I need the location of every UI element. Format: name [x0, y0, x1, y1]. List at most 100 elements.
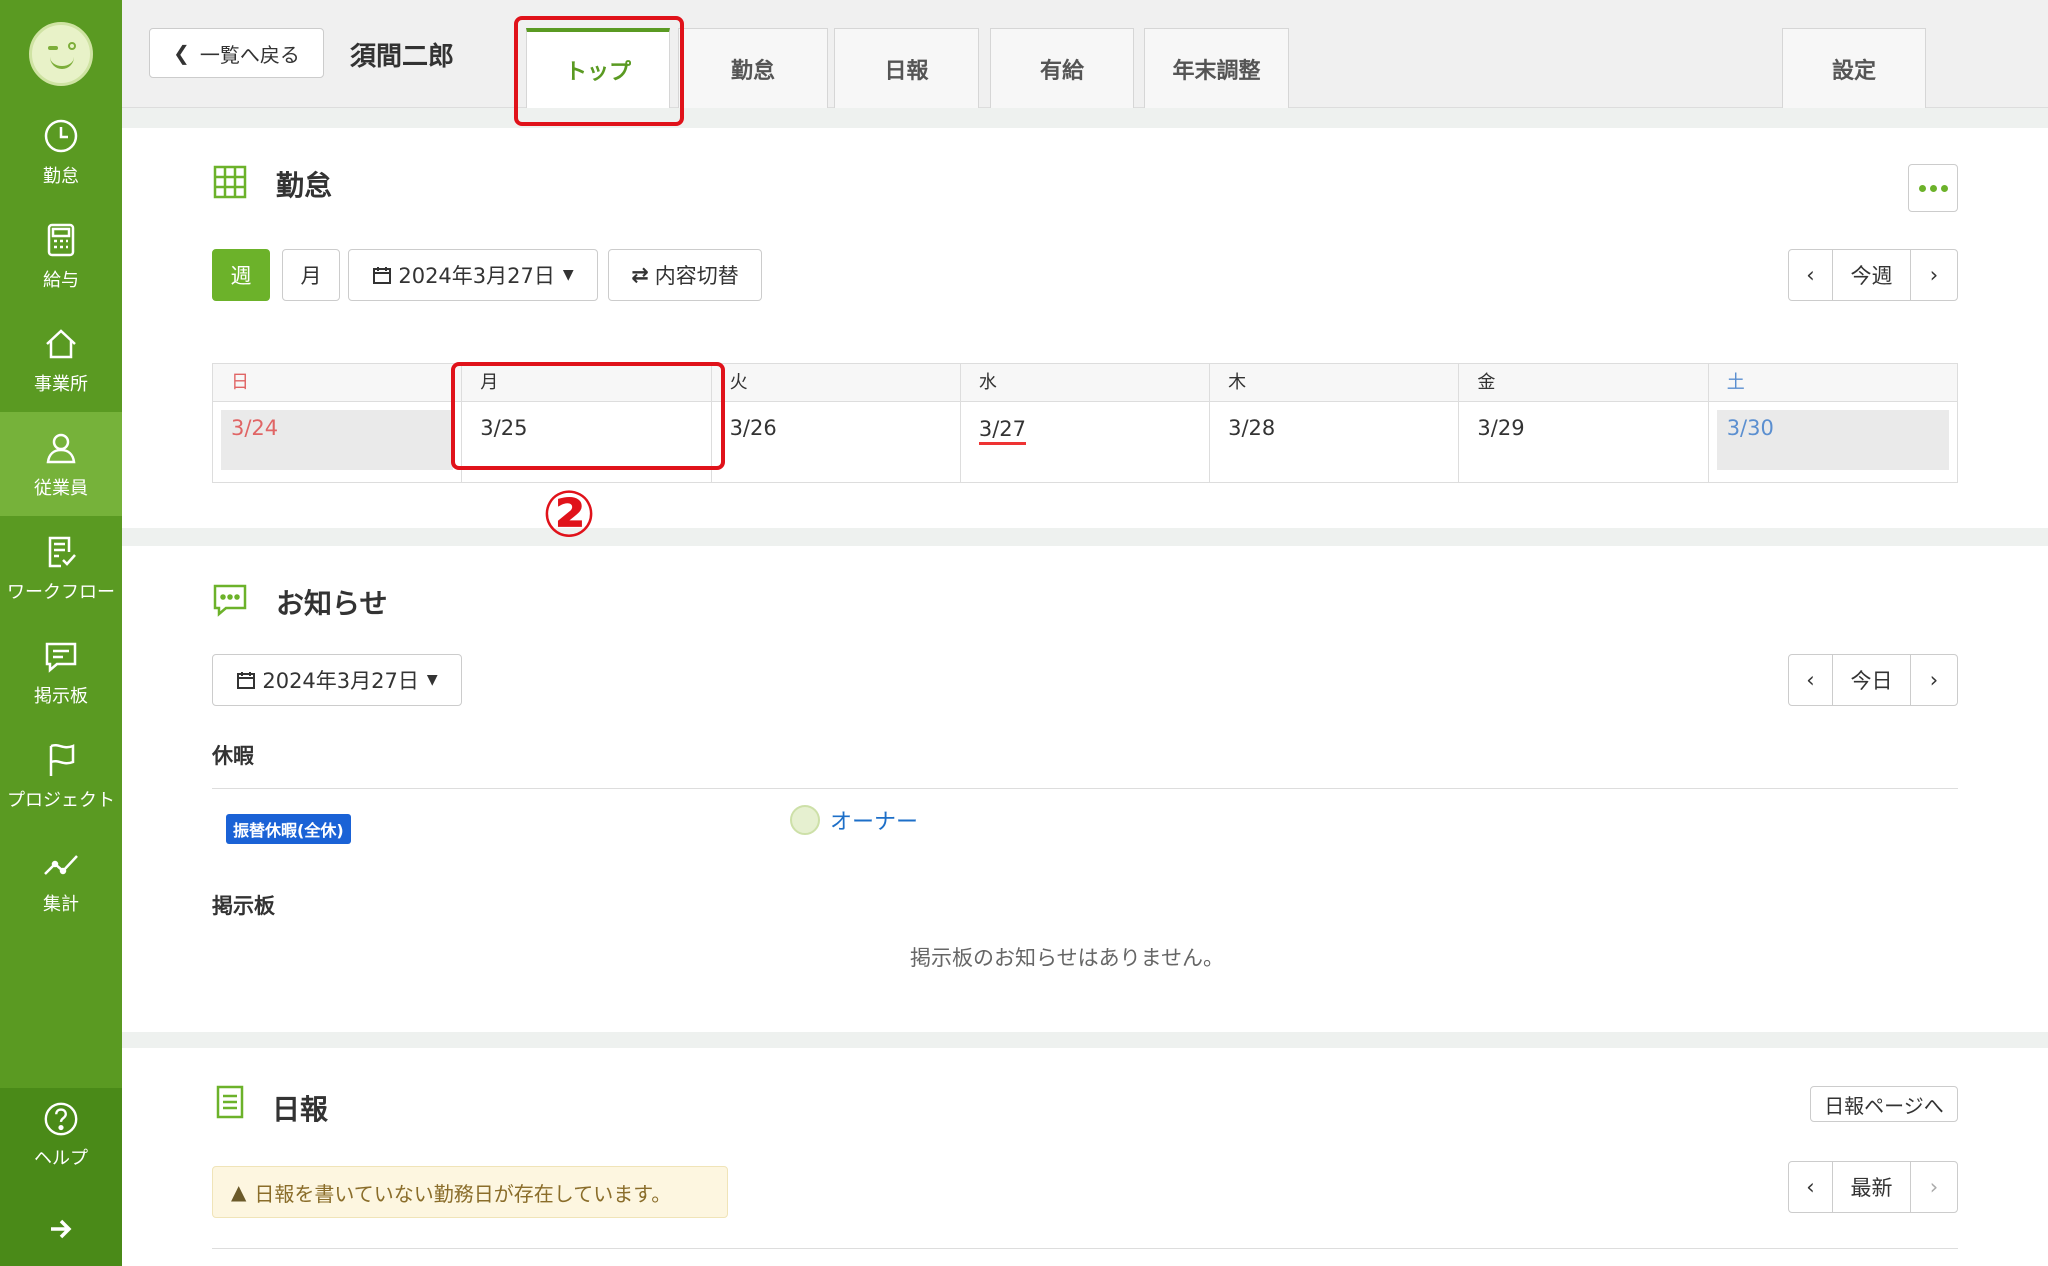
weekday-label: 水 — [960, 364, 1210, 402]
next-report-button[interactable]: › — [1911, 1162, 1957, 1212]
sidebar-item-label: 勤怠 — [43, 166, 79, 187]
calendar-day[interactable]: 金 3/29 — [1459, 364, 1709, 482]
daily-report-panel: 日報 日報ページへ ▲ 日報を書いていない勤務日が存在しています。 ‹ 最新 › — [122, 1048, 2048, 1266]
date-label: 3/26 — [729, 416, 777, 440]
weekday-label: 土 — [1708, 364, 1957, 402]
sidebar-item-label: 給与 — [43, 270, 79, 291]
sidebar: 勤怠 給与 事業所 従業員 ワークフロー 掲示板 プロジェクト 集計 ヘルプ — [0, 0, 122, 1266]
next-day-button[interactable]: › — [1911, 655, 1957, 705]
daily-report-page-button[interactable]: 日報ページへ — [1810, 1086, 1958, 1122]
date-label: 3/24 — [231, 416, 279, 440]
weekday-label: 木 — [1210, 364, 1459, 402]
board-empty-message: 掲示板のお知らせはありません。 — [910, 946, 1224, 970]
notices-panel: お知らせ 2024年3月27日 ▼ ‹ 今日 › 休暇 振替休暇(全休) オーナ… — [122, 546, 2048, 1032]
calendar-day[interactable]: 日 3/24 — [213, 364, 463, 482]
sidebar-item-office[interactable]: 事業所 — [0, 308, 122, 412]
divider — [212, 788, 1958, 789]
page-header: ❮ 一覧へ戻る 須間二郎 トップ 勤怠 日報 有給 年末調整 設定 — [122, 0, 2048, 108]
attendance-title: 勤怠 — [276, 169, 333, 202]
this-week-button[interactable]: 今週 — [1833, 250, 1911, 300]
sidebar-item-workflow[interactable]: ワークフロー — [0, 516, 122, 620]
date-label-today: 3/27 — [978, 416, 1027, 445]
chat-icon — [45, 642, 77, 673]
chart-line-icon — [44, 855, 78, 875]
latest-report-button[interactable]: 最新 — [1833, 1162, 1911, 1212]
flag-icon — [49, 744, 75, 776]
week-nav: ‹ 今週 › — [1788, 249, 1958, 301]
caret-down-icon: ▼ — [426, 672, 438, 688]
document-icon — [216, 1085, 244, 1119]
leave-person-link[interactable]: オーナー — [790, 804, 918, 836]
sidebar-item-label: プロジェクト — [7, 790, 115, 811]
leave-heading: 休暇 — [212, 744, 254, 768]
daily-report-title: 日報 — [272, 1093, 329, 1126]
switch-content-button[interactable]: ⇄ 内容切替 — [608, 249, 762, 301]
sidebar-item-stats[interactable]: 集計 — [0, 828, 122, 932]
tab-daily-report[interactable]: 日報 — [834, 28, 979, 108]
calendar-day[interactable]: 火 3/26 — [711, 364, 961, 482]
employee-name: 須間二郎 — [350, 42, 455, 72]
calculator-icon — [47, 223, 75, 257]
divider — [212, 1248, 1958, 1249]
prev-report-button[interactable]: ‹ — [1789, 1162, 1833, 1212]
sidebar-item-employees[interactable]: 従業員 — [0, 412, 122, 516]
sidebar-item-help[interactable]: ヘルプ — [0, 1100, 122, 1200]
warning-icon: ▲ — [231, 1180, 247, 1204]
calendar-day[interactable]: 水 3/27 — [960, 364, 1211, 482]
arrow-right-icon[interactable] — [46, 1214, 76, 1244]
leave-type-badge: 振替休暇(全休) — [226, 814, 351, 844]
question-icon — [44, 1102, 78, 1136]
view-month-button[interactable]: 月 — [282, 249, 340, 301]
date-label: 3/29 — [1477, 416, 1525, 440]
sidebar-item-label: 従業員 — [34, 478, 88, 499]
sidebar-item-attendance[interactable]: 勤怠 — [0, 100, 122, 204]
today-button[interactable]: 今日 — [1833, 655, 1911, 705]
weekday-label: 日 — [213, 364, 462, 402]
sidebar-item-board[interactable]: 掲示板 — [0, 620, 122, 724]
weekday-label: 火 — [711, 364, 960, 402]
sidebar-item-label: 掲示板 — [34, 686, 88, 707]
sidebar-item-payroll[interactable]: 給与 — [0, 204, 122, 308]
sidebar-item-label: ヘルプ — [34, 1148, 88, 1169]
calendar-icon — [237, 672, 256, 689]
calendar-day[interactable]: 木 3/28 — [1210, 364, 1460, 482]
grid-icon — [213, 165, 247, 199]
calendar-day[interactable]: 土 3/30 — [1708, 364, 1957, 482]
clock-icon — [44, 119, 78, 153]
annotation-highlight-tab — [514, 16, 684, 126]
swap-arrows-icon: ⇄ — [631, 263, 649, 287]
attendance-panel: 勤怠 週 月 2024年3月27日 ▼ ⇄ 内容切替 ‹ 今週 › 日 3/24… — [122, 128, 2048, 528]
day-nav: ‹ 今日 › — [1788, 654, 1958, 706]
tab-attendance[interactable]: 勤怠 — [678, 28, 828, 108]
view-week-button[interactable]: 週 — [212, 249, 270, 301]
tab-year-end-adjustment[interactable]: 年末調整 — [1144, 28, 1289, 108]
annotation-marker-2: ② — [542, 478, 597, 552]
prev-week-button[interactable]: ‹ — [1789, 250, 1833, 300]
tab-paid-leave[interactable]: 有給 — [990, 28, 1134, 108]
app-logo[interactable] — [29, 22, 93, 86]
avatar — [790, 805, 820, 835]
sidebar-item-project[interactable]: プロジェクト — [0, 724, 122, 828]
missing-report-warning: ▲ 日報を書いていない勤務日が存在しています。 — [212, 1166, 728, 1218]
report-nav: ‹ 最新 › — [1788, 1161, 1958, 1213]
more-options-button[interactable] — [1908, 164, 1958, 212]
message-icon — [213, 584, 247, 617]
caret-down-icon: ▼ — [562, 267, 574, 283]
annotation-highlight-date — [451, 362, 725, 470]
person-icon — [46, 433, 76, 464]
date-label: 3/30 — [1726, 416, 1774, 440]
date-label: 3/28 — [1228, 416, 1276, 440]
notice-date-picker[interactable]: 2024年3月27日 ▼ — [212, 654, 462, 706]
checklist-icon — [48, 536, 76, 568]
sidebar-item-label: 集計 — [43, 894, 79, 915]
weekday-label: 金 — [1459, 364, 1708, 402]
date-picker-button[interactable]: 2024年3月27日 ▼ — [348, 249, 598, 301]
back-to-list-button[interactable]: ❮ 一覧へ戻る — [149, 28, 324, 78]
tab-settings[interactable]: 設定 — [1782, 28, 1926, 108]
next-week-button[interactable]: › — [1911, 250, 1957, 300]
home-icon — [46, 329, 76, 359]
prev-day-button[interactable]: ‹ — [1789, 655, 1833, 705]
sidebar-item-label: 事業所 — [34, 374, 88, 395]
calendar-icon — [373, 267, 392, 284]
board-heading: 掲示板 — [212, 894, 275, 918]
